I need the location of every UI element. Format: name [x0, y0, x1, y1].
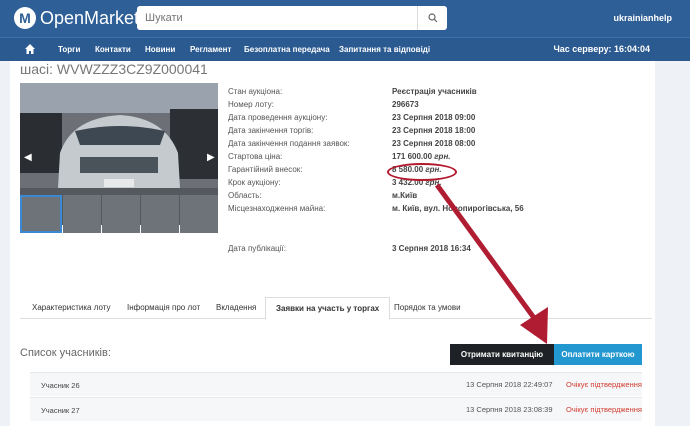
info-value: м.Київ — [392, 191, 418, 200]
pay-by-card-button[interactable]: Оплатити карткою — [554, 344, 642, 365]
photo-thumbnail[interactable] — [102, 195, 140, 233]
info-value: 23 Серпня 2018 18:00 — [392, 126, 476, 135]
tab-attachments[interactable]: Вкладення — [216, 303, 256, 312]
info-auction-status: Стан аукціона: Реєстрація учасників — [228, 87, 648, 100]
info-label: Область: — [228, 191, 262, 200]
photo-thumbnail[interactable] — [20, 195, 62, 233]
participant-status: Очікує підтвердження — [566, 380, 642, 389]
previous-photo-arrow[interactable]: ◀ — [24, 152, 32, 163]
table-row: Учасник 27 13 Серпня 2018 23:08:39 Очіку… — [30, 397, 642, 421]
info-label: Стартова ціна: — [228, 152, 283, 161]
info-value: Реєстрація учасників — [392, 87, 477, 96]
tab-lot-info[interactable]: Інформація про лот — [127, 303, 200, 312]
info-value: 296673 — [392, 100, 419, 109]
info-value: 171 600.00 грн. — [392, 152, 451, 161]
info-label: Місцезнаходження майна: — [228, 204, 326, 213]
info-label: Дата проведення аукціону: — [228, 113, 328, 122]
highlight-circle — [387, 163, 457, 181]
nav-item-faq[interactable]: Запитання та відповіді — [339, 45, 430, 54]
participant-date: 13 Серпня 2018 22:49:07 — [466, 380, 553, 389]
logo-text: OpenMarket — [40, 7, 140, 28]
search-input[interactable] — [137, 6, 417, 30]
info-region: Область: м.Київ — [228, 191, 648, 204]
info-value: 23 Серпня 2018 08:00 — [392, 139, 476, 148]
tab-terms-and-conditions[interactable]: Порядок та умови — [394, 303, 461, 312]
info-location: Місцезнаходження майна: м. Київ, вул. Нов… — [228, 204, 648, 217]
photo-thumbnail[interactable] — [180, 195, 218, 233]
photo-thumbnail[interactable] — [63, 195, 101, 233]
photo-thumbnail[interactable] — [141, 195, 179, 233]
nav-item-auctions[interactable]: Торги — [58, 45, 80, 54]
info-lot-number: Номер лоту: 296673 — [228, 100, 648, 113]
main-nav: Торги Контакти Новини Регламент Безоплат… — [0, 37, 690, 61]
photo-thumbnails — [20, 195, 218, 233]
nav-item-contacts[interactable]: Контакти — [95, 45, 131, 54]
info-label: Гарантійний внесок: — [228, 165, 303, 174]
participants-title: Список учасників: — [20, 347, 111, 359]
tab-lot-characteristics[interactable]: Характеристика лоту — [32, 303, 110, 312]
participant-status: Очікує підтвердження — [566, 405, 642, 414]
info-auction-date: Дата проведення аукціону: 23 Серпня 2018 … — [228, 113, 648, 126]
top-bar: M OpenMarket ukrainianhelp — [0, 0, 690, 37]
info-label: Дата закінчення торгів: — [228, 126, 314, 135]
info-application-end: Дата закінчення подання заявок: 23 Серпня… — [228, 139, 648, 152]
info-label: Стан аукціона: — [228, 87, 283, 96]
search-button[interactable] — [417, 6, 447, 30]
info-label: Номер лоту: — [228, 100, 274, 109]
user-menu[interactable]: ukrainianhelp — [613, 13, 672, 23]
participant-name: Учасник 27 — [41, 406, 80, 415]
nav-item-regulations[interactable]: Регламент — [190, 45, 231, 54]
next-photo-arrow[interactable]: ▶ — [207, 152, 215, 163]
lot-title: шасі: WVWZZZ3CZ9Z000041 — [20, 61, 208, 77]
participant-date: 13 Серпня 2018 23:08:39 — [466, 405, 553, 414]
server-time: Час серверу: 16:04:04 — [553, 44, 650, 54]
lot-tabs: Характеристика лоту Інформація про лот В… — [20, 297, 652, 320]
info-label: Дата закінчення подання заявок: — [228, 139, 350, 148]
home-icon[interactable] — [24, 43, 36, 55]
search-box — [137, 6, 447, 30]
logo[interactable]: M OpenMarket — [14, 7, 139, 29]
nav-item-free-transfer[interactable]: Безоплатна передача — [244, 45, 330, 54]
get-receipt-button[interactable]: Отримати квитанцію — [450, 344, 554, 365]
info-publication-date: Дата публікації: 3 Серпня 2018 16:34 — [228, 244, 648, 257]
participant-name: Учасник 26 — [41, 381, 80, 390]
logo-icon: M — [14, 7, 36, 29]
info-label: Дата публікації: — [228, 244, 286, 253]
info-bidding-end: Дата закінчення торгів: 23 Серпня 2018 18… — [228, 126, 648, 139]
search-icon — [427, 13, 437, 23]
table-row: Учасник 26 13 Серпня 2018 22:49:07 Очіку… — [30, 372, 642, 396]
nav-item-news[interactable]: Новини — [145, 45, 175, 54]
tab-participation-applications[interactable]: Заявки на участь у торгах — [265, 297, 391, 320]
info-label: Крок аукціону: — [228, 178, 281, 187]
info-value: 3 Серпня 2018 16:34 — [392, 244, 471, 253]
info-value: м. Київ, вул. Новопирогівська, 56 — [392, 204, 524, 213]
lot-panel: шасі: WVWZZZ3CZ9Z000041 ◀ ▶ Стан аукціон… — [10, 61, 655, 426]
info-value: 23 Серпня 2018 09:00 — [392, 113, 476, 122]
